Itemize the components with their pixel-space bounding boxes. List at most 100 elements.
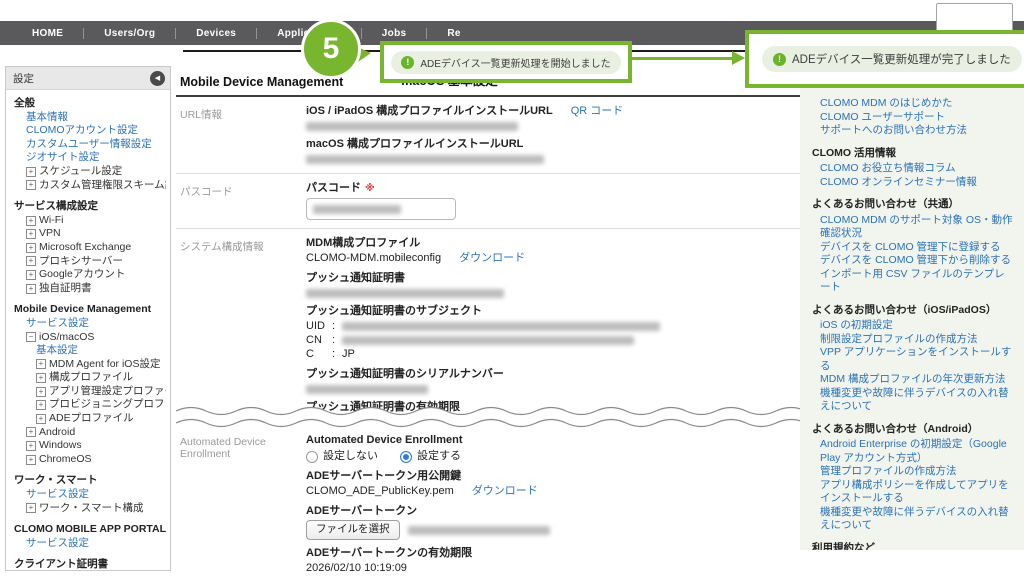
help-link[interactable]: MDM 構成プロファイルの年次更新方法 (812, 373, 1014, 387)
sidebar-item-ade-profile[interactable]: +ADEプロファイル (14, 412, 166, 426)
expand-icon: + (36, 387, 46, 397)
help-link[interactable]: CLOMO お役立ち情報コラム (812, 162, 1014, 176)
sidebar-item-provisioning-profile[interactable]: +プロビジョニングプロファイル (14, 398, 166, 412)
expand-icon: + (26, 167, 36, 177)
help-group-header: 利用規約など (812, 542, 1014, 551)
download-mdm-profile-link[interactable]: ダウンロード (459, 252, 525, 264)
redacted-cn-value (342, 336, 634, 345)
sidebar-item-app-mgmt-profile[interactable]: +アプリ管理設定プロファイル (14, 385, 166, 399)
help-link[interactable]: CLOMO MDM のサポート対象 OS・動作確認状況 (812, 214, 1014, 241)
nav-devices[interactable]: Devices (176, 28, 256, 39)
sidebar-item-worksmart-config[interactable]: +ワーク・スマート構成 (14, 502, 166, 516)
settings-sidebar: 設定 ◀ 全般 基本情報 CLOMOアカウント設定 カスタムユーザー情報設定 ジ… (5, 66, 171, 571)
sidebar-item-own-certificate[interactable]: +独自証明書 (14, 282, 166, 296)
info-icon: ! (773, 53, 786, 66)
help-link[interactable]: サポートへのお問い合わせ方法 (812, 124, 1014, 138)
row-label: システム構成情報 (180, 237, 306, 416)
help-link[interactable]: インポート用 CSV ファイルのテンプレート (812, 268, 1014, 295)
sidebar-item-config-profile[interactable]: +構成プロファイル (14, 371, 166, 385)
help-link[interactable]: CLOMO ユーザーサポート (812, 111, 1014, 125)
annotation-box-completed: ! ADEデバイス一覧更新処理が完了しました (745, 30, 1024, 88)
help-link[interactable]: 管理プロファイルの作成方法 (812, 465, 1014, 479)
sidebar-item-basic-settings[interactable]: 基本設定 (14, 344, 166, 358)
row-label: パスコード (180, 182, 306, 220)
sidebar-item-geosite[interactable]: ジオサイト設定 (14, 151, 166, 165)
nav-home[interactable]: HOME (12, 28, 83, 39)
sidebar-item-google-account[interactable]: +Googleアカウント (14, 268, 166, 282)
tree-item-label: Googleアカウント (39, 268, 125, 282)
sidebar-item-app-portal-service[interactable]: サービス設定 (14, 537, 166, 551)
radio-ade-enable[interactable]: 設定する (400, 450, 461, 463)
nav-users-org[interactable]: Users/Org (84, 28, 175, 39)
sidebar-title: 設定 (13, 71, 34, 86)
sidebar-item-ios-macos[interactable]: −iOS/macOS (14, 331, 166, 345)
collapse-sidebar-button[interactable]: ◀ (150, 71, 165, 86)
sidebar-item-chromeos[interactable]: +ChromeOS (14, 453, 166, 467)
help-link[interactable]: iOS の初期設定 (812, 319, 1014, 333)
expand-icon: + (26, 270, 36, 280)
row-ade: Automated Device Enrollment Automated De… (176, 426, 804, 576)
info-icon: ! (401, 56, 414, 69)
help-group-header: CLOMO 活用情報 (812, 147, 1014, 161)
field-push-cert: プッシュ通知証明書 (306, 272, 804, 285)
qr-code-link[interactable]: QR コード (571, 105, 624, 117)
help-link[interactable]: デバイスを CLOMO 管理下から削除する (812, 254, 1014, 268)
expand-icon: + (26, 284, 36, 294)
sidebar-item-custom-user-info[interactable]: カスタムユーザー情報設定 (14, 138, 166, 152)
tree-item-label: iOS/macOS (39, 331, 94, 345)
radio-off-icon[interactable] (306, 451, 318, 463)
sidebar-item-android[interactable]: +Android (14, 426, 166, 440)
annotation-box-started: ! ADEデバイス一覧更新処理を開始しました (380, 41, 632, 83)
help-link[interactable]: アプリ構成ポリシーを作成してアプリをインストールする (812, 479, 1014, 506)
help-link[interactable]: 制限設定プロファイルの作成方法 (812, 333, 1014, 347)
help-link[interactable]: デバイスを CLOMO 管理下に登録する (812, 241, 1014, 255)
info-glyph: ! (778, 54, 781, 64)
choose-file-button[interactable]: ファイルを選択 (306, 520, 400, 540)
radio-ade-disable[interactable]: 設定しない (306, 450, 378, 463)
sidebar-item-wifi[interactable]: +Wi-Fi (14, 214, 166, 228)
sidebar-item-custom-admin-scheme[interactable]: +カスタム管理権限スキーム設定 (14, 179, 166, 193)
subject-c-key: C (306, 348, 332, 361)
step-badge: 5 (301, 19, 361, 79)
tree-item-label: スケジュール設定 (39, 165, 122, 179)
sidebar-item-proxy-server[interactable]: +プロキシサーバー (14, 255, 166, 269)
help-group-header: よくあるお問い合わせ（共通） (812, 198, 1014, 212)
tree-item-label: Android (39, 426, 75, 440)
field-push-cert-subject: プッシュ通知証明書のサブジェクト (306, 305, 804, 318)
expand-icon: + (26, 216, 36, 226)
help-link[interactable]: Android Enterprise の初期設定（Google Play アカウ… (812, 438, 1014, 465)
page: HOME Users/Org Devices Applications Jobs… (0, 0, 1024, 576)
passcode-input[interactable] (306, 198, 456, 220)
help-link[interactable]: CLOMO オンラインセミナー情報 (812, 176, 1014, 190)
field-ade: Automated Device Enrollment (306, 434, 804, 447)
help-panel: CLOMO MDM のはじめかた CLOMO ユーザーサポート サポートへのお問… (800, 56, 1024, 550)
help-group-header: よくあるお問い合わせ（Android） (812, 423, 1014, 437)
search-input[interactable] (936, 3, 1013, 32)
sidebar-item-worksmart-service[interactable]: サービス設定 (14, 488, 166, 502)
help-link[interactable]: CLOMO MDM のはじめかた (812, 97, 1014, 111)
sidebar-item-clomo-account[interactable]: CLOMOアカウント設定 (14, 124, 166, 138)
ade-token-expiry-value: 2026/02/10 10:19:09 (306, 562, 804, 575)
sidebar-item-basic-info[interactable]: 基本情報 (14, 111, 166, 125)
separator: : (332, 348, 342, 361)
sidebar-item-ms-exchange[interactable]: +Microsoft Exchange (14, 241, 166, 255)
help-link[interactable]: 機種変更や故障に伴うデバイスの入れ替えについて (812, 506, 1014, 533)
tree-item-label: 独自証明書 (39, 282, 92, 296)
help-link[interactable]: VPP アプリケーションをインストールする (812, 346, 1014, 373)
help-link[interactable]: 機種変更や故障に伴うデバイスの入れ替えについて (812, 387, 1014, 414)
expand-icon: + (36, 400, 46, 410)
download-pubkey-link[interactable]: ダウンロード (472, 485, 538, 497)
sidebar-item-vpn[interactable]: +VPN (14, 227, 166, 241)
sidebar-item-mdm-service-settings[interactable]: サービス設定 (14, 317, 166, 331)
help-group-header: よくあるお問い合わせ（iOS/iPadOS） (812, 304, 1014, 318)
sidebar-item-schedule[interactable]: +スケジュール設定 (14, 165, 166, 179)
expand-icon: + (26, 243, 36, 253)
mdm-profile-filename: CLOMO-MDM.mobileconfig (306, 252, 441, 264)
sidebar-item-windows[interactable]: +Windows (14, 439, 166, 453)
tree-section-mdm: Mobile Device Management (14, 303, 166, 317)
row-label: Automated Device Enrollment (180, 434, 306, 576)
nav-jobs[interactable]: Jobs (362, 28, 427, 39)
radio-on-icon[interactable] (400, 451, 412, 463)
nav-reports-truncated[interactable]: Re (427, 28, 480, 39)
sidebar-item-mdm-agent-ios[interactable]: +MDM Agent for iOS設定 (14, 358, 166, 372)
